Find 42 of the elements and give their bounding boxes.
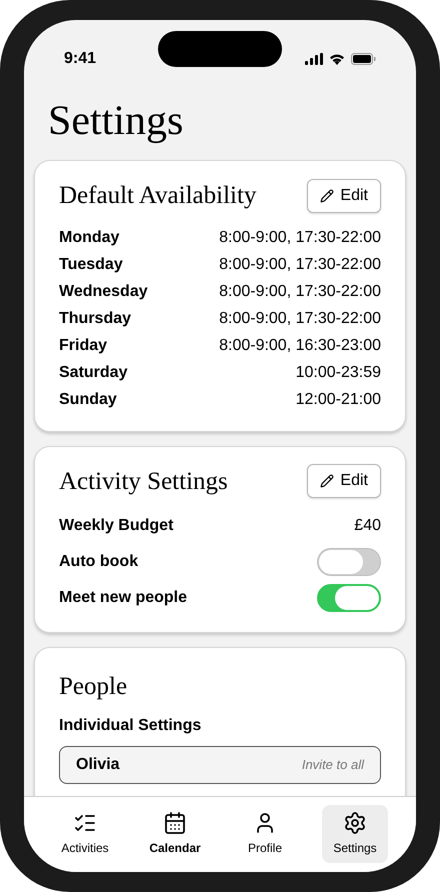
card-title: Default Availability xyxy=(59,181,256,211)
edit-button[interactable]: Edit xyxy=(307,178,381,213)
setting-label: Weekly Budget xyxy=(59,516,174,536)
day-label: Sunday xyxy=(59,390,117,410)
card-title: People xyxy=(59,672,128,702)
pencil-icon xyxy=(320,474,334,488)
section-subtitle: Individual Settings xyxy=(59,716,202,736)
tab-item[interactable]: Calendar xyxy=(142,805,208,863)
card-title: Activity Settings xyxy=(59,466,228,496)
tab-item[interactable]: Settings xyxy=(322,805,388,863)
tab-item[interactable]: Profile xyxy=(232,805,298,863)
calendar-icon xyxy=(163,811,187,835)
hours-text: 8:00-9:00, 16:30-23:00 xyxy=(219,336,381,356)
pencil-icon xyxy=(320,188,334,203)
hours-text: 10:00-23:59 xyxy=(296,362,381,382)
person-setting: Invite to all xyxy=(302,756,364,774)
day-label: Tuesday xyxy=(59,254,123,274)
setting-value: £40 xyxy=(354,516,381,536)
person-name: Olivia xyxy=(76,754,120,774)
hours-text: 8:00-9:00, 17:30-22:00 xyxy=(219,228,381,248)
day-label: Friday xyxy=(59,336,108,356)
day-label: Saturday xyxy=(59,362,128,382)
day-label: Thursday xyxy=(59,308,132,328)
day-label: Monday xyxy=(59,228,120,248)
signal-icon xyxy=(305,53,323,65)
setting-label: Meet new people xyxy=(59,588,188,608)
person-row[interactable]: Olivia Invite to all xyxy=(59,746,381,784)
day-label: Wednesday xyxy=(59,282,148,302)
hours-text: 8:00-9:00, 17:30-22:00 xyxy=(219,282,381,302)
settings-icon xyxy=(343,811,367,835)
wifi-icon xyxy=(329,53,345,65)
toggle-switch[interactable] xyxy=(317,548,381,576)
hours-text: 8:00-9:00, 17:30-22:00 xyxy=(219,254,381,274)
tab-item[interactable]: Activities xyxy=(52,805,118,863)
hours-text: 8:00-9:00, 17:30-22:00 xyxy=(219,308,381,328)
setting-label: Auto book xyxy=(59,552,138,572)
status-time: 9:41 xyxy=(64,49,96,69)
battery-icon xyxy=(351,53,376,65)
hours-text: 12:00-21:00 xyxy=(296,390,381,410)
edit-button[interactable]: Edit xyxy=(307,464,381,498)
toggle-switch[interactable] xyxy=(317,584,381,612)
page-title: Settings xyxy=(47,97,184,146)
